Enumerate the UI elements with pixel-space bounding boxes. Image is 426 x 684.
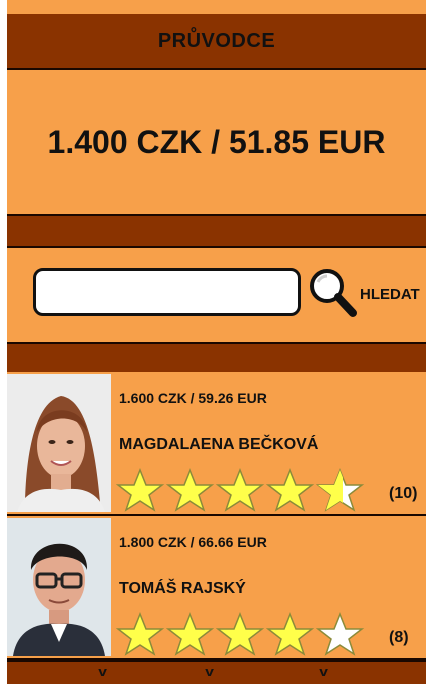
guide-photo [7, 374, 111, 512]
star-full-icon [215, 468, 265, 512]
chevron-down-icon[interactable]: v [319, 664, 328, 679]
search-input[interactable] [33, 268, 301, 316]
star-rating [115, 612, 365, 656]
star-full-icon [265, 468, 315, 512]
woman-portrait-icon [7, 374, 111, 512]
search-bar: HLEDAT [7, 248, 426, 340]
star-full-icon [165, 468, 215, 512]
chevron-down-icon[interactable]: v [205, 664, 214, 679]
guide-card[interactable]: 1.600 CZK / 59.26 EUR MAGDALAENA BEČKOVÁ [7, 372, 426, 516]
guide-name: MAGDALAENA BEČKOVÁ [119, 436, 319, 453]
review-count: (8) [389, 629, 409, 646]
header-bar: PRŮVODCE [7, 14, 426, 70]
star-full-icon [215, 612, 265, 656]
guide-price: 1.800 CZK / 66.66 EUR [119, 534, 267, 550]
star-full-icon [265, 612, 315, 656]
divider-band [7, 342, 426, 374]
guide-price: 1.600 CZK / 59.26 EUR [119, 390, 267, 406]
star-full-icon [115, 612, 165, 656]
man-portrait-icon [7, 518, 111, 656]
guide-photo [7, 518, 111, 656]
star-empty-icon [315, 612, 365, 656]
star-half-icon [315, 468, 365, 512]
app-screen: PRŮVODCE 1.400 CZK / 51.85 EUR HLEDAT 1.… [7, 0, 426, 684]
divider-band [7, 214, 426, 248]
price-summary: 1.400 CZK / 51.85 EUR [47, 123, 386, 160]
star-full-icon [115, 468, 165, 512]
guide-name: TOMÁŠ RAJSKÝ [119, 580, 246, 597]
price-summary-panel: 1.400 CZK / 51.85 EUR [7, 70, 426, 214]
page-title: PRŮVODCE [157, 29, 276, 52]
bottom-nav: v v v [7, 660, 426, 684]
search-icon[interactable] [307, 266, 357, 318]
guide-card[interactable]: 1.800 CZK / 66.66 EUR TOMÁŠ RAJSKÝ (8) [7, 516, 426, 660]
star-rating [115, 468, 365, 512]
star-full-icon [165, 612, 215, 656]
chevron-down-icon[interactable]: v [98, 664, 107, 679]
guide-list: 1.600 CZK / 59.26 EUR MAGDALAENA BEČKOVÁ [7, 372, 426, 660]
search-button[interactable]: HLEDAT [360, 286, 420, 303]
review-count: (10) [389, 485, 418, 502]
